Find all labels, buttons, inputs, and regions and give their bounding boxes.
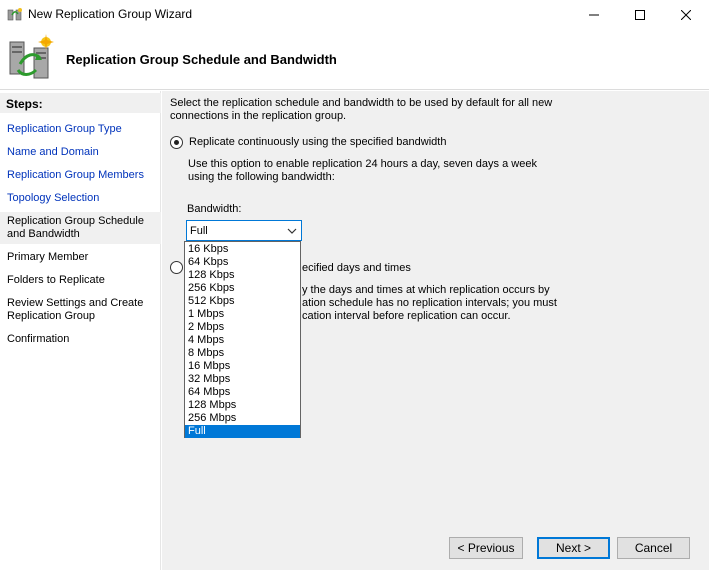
page-description-line2: connections in the replication group.	[170, 110, 347, 122]
bandwidth-option[interactable]: 16 Kbps	[185, 243, 300, 256]
bandwidth-option[interactable]: 16 Mbps	[185, 360, 300, 373]
step-name-and-domain[interactable]: Name and Domain	[0, 146, 161, 159]
radio-selected-dot	[174, 140, 179, 145]
maximize-button[interactable]	[617, 0, 663, 30]
step-schedule-line2: and Bandwidth	[7, 228, 80, 240]
step-confirmation: Confirmation	[7, 333, 70, 345]
bandwidth-options-list[interactable]: 16 Kbps 64 Kbps 128 Kbps 256 Kbps 512 Kb…	[184, 241, 301, 438]
replicate-continuously-label[interactable]: Replicate continuously using the specifi…	[189, 136, 446, 149]
chevron-down-icon	[287, 228, 297, 234]
title-bar: New Replication Group Wizard	[0, 0, 709, 30]
continuous-description: Use this option to enable replication 24…	[188, 158, 537, 184]
replication-group-icon	[9, 34, 54, 79]
bandwidth-option[interactable]: 128 Kbps	[185, 269, 300, 282]
minimize-button[interactable]	[571, 0, 617, 30]
bandwidth-option[interactable]: 64 Mbps	[185, 386, 300, 399]
next-button[interactable]: Next >	[537, 537, 610, 559]
bandwidth-dropdown[interactable]: Full	[186, 220, 302, 241]
wizard-header: Replication Group Schedule and Bandwidth	[0, 30, 709, 90]
replicate-continuously-radio[interactable]	[170, 136, 183, 149]
step-review-line2: Replication Group	[7, 310, 96, 322]
step-review-line1: Review Settings and Create	[7, 297, 144, 309]
bandwidth-option[interactable]: 512 Kbps	[185, 295, 300, 308]
step-replication-group-type[interactable]: Replication Group Type	[0, 123, 161, 136]
specified-days-description: y the days and times at which replicatio…	[302, 284, 557, 323]
replicate-specified-days-label[interactable]: ecified days and times	[302, 262, 411, 275]
specified-days-description-line2: ation schedule has no replication interv…	[302, 297, 557, 309]
bandwidth-option[interactable]: 1 Mbps	[185, 308, 300, 321]
bandwidth-label: Bandwidth:	[187, 203, 242, 215]
replicate-specified-days-radio[interactable]	[170, 261, 183, 274]
cancel-button[interactable]: Cancel	[617, 537, 690, 559]
bandwidth-selected-value: Full	[190, 225, 208, 237]
replication-app-icon	[7, 8, 22, 21]
main-content: Select the replication schedule and band…	[162, 91, 709, 570]
window-title: New Replication Group Wizard	[28, 7, 193, 21]
step-review-settings: Review Settings and Create Replication G…	[0, 297, 161, 323]
page-description-line1: Select the replication schedule and band…	[170, 97, 553, 109]
bandwidth-option[interactable]: 256 Mbps	[185, 412, 300, 425]
specified-days-description-line1: y the days and times at which replicatio…	[302, 284, 550, 296]
continuous-description-line2: using the following bandwidth:	[188, 171, 335, 183]
bandwidth-option[interactable]: 64 Kbps	[185, 256, 300, 269]
step-replication-group-members[interactable]: Replication Group Members	[0, 169, 161, 182]
steps-sidebar: Steps: Replication Group Type Name and D…	[0, 91, 161, 570]
steps-title: Steps:	[0, 93, 161, 113]
specified-days-description-line3: cation interval before replication can o…	[302, 310, 511, 322]
bandwidth-option[interactable]: 32 Mbps	[185, 373, 300, 386]
minimize-icon	[589, 14, 599, 16]
close-button[interactable]	[663, 0, 709, 30]
bandwidth-option-selected[interactable]: Full	[185, 425, 300, 438]
bandwidth-option[interactable]: 2 Mbps	[185, 321, 300, 334]
close-icon	[681, 10, 691, 20]
page-heading: Replication Group Schedule and Bandwidth	[66, 52, 337, 67]
step-folders-to-replicate: Folders to Replicate	[7, 274, 105, 286]
page-description: Select the replication schedule and band…	[170, 97, 560, 123]
bandwidth-option[interactable]: 256 Kbps	[185, 282, 300, 295]
bandwidth-option[interactable]: 128 Mbps	[185, 399, 300, 412]
step-schedule-and-bandwidth: Replication Group Schedule and Bandwidth	[0, 212, 161, 244]
step-schedule-line1: Replication Group Schedule	[7, 215, 144, 227]
maximize-icon	[635, 10, 645, 20]
previous-button[interactable]: < Previous	[449, 537, 523, 559]
continuous-description-line1: Use this option to enable replication 24…	[188, 158, 537, 170]
step-primary-member: Primary Member	[7, 251, 89, 263]
bandwidth-option[interactable]: 8 Mbps	[185, 347, 300, 360]
bandwidth-option[interactable]: 4 Mbps	[185, 334, 300, 347]
step-topology-selection[interactable]: Topology Selection	[0, 192, 161, 205]
